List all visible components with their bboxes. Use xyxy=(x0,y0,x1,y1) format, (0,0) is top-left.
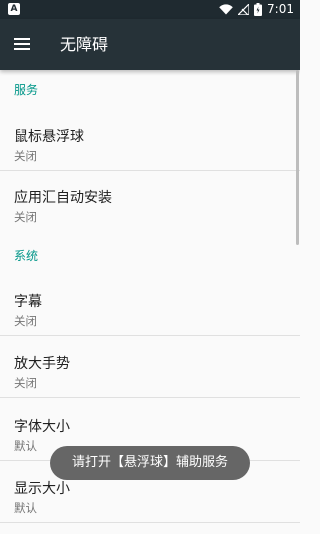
notification-glyph: A xyxy=(10,4,18,14)
app-bar: 无障碍 xyxy=(0,19,300,70)
pref-item-summary: 默认 xyxy=(14,501,37,515)
accessibility-screen: A 7:01 无障碍 服务 鼠标悬浮球 关闭 应用汇自动安装 关闭 系统 字幕 … xyxy=(0,0,300,534)
scrollbar[interactable] xyxy=(296,70,299,245)
pref-item-title: 鼠标悬浮球 xyxy=(14,129,84,145)
status-icons: 7:01 xyxy=(219,0,294,19)
page-title: 无障碍 xyxy=(60,35,109,54)
menu-icon[interactable] xyxy=(10,32,34,56)
pref-item-title: 显示大小 xyxy=(14,481,70,497)
status-time: 7:01 xyxy=(267,2,294,16)
signal-icon xyxy=(238,4,250,15)
pref-item-floating-ball[interactable]: 鼠标悬浮球 关闭 xyxy=(0,110,300,174)
pref-item-summary: 默认 xyxy=(14,439,37,453)
pref-item-title: 放大手势 xyxy=(14,356,70,372)
section-header-system: 系统 xyxy=(14,249,39,263)
status-bar: A 7:01 xyxy=(0,0,300,19)
notification-icon: A xyxy=(8,3,20,15)
pref-item-title: 应用汇自动安装 xyxy=(14,190,112,206)
pref-item-title: 字体大小 xyxy=(14,419,70,435)
pref-item-summary: 关闭 xyxy=(14,210,37,224)
divider xyxy=(0,522,300,523)
divider xyxy=(0,397,300,398)
wifi-icon xyxy=(219,4,233,15)
pref-item-captions[interactable]: 字幕 关闭 xyxy=(0,275,300,339)
pref-item-auto-install[interactable]: 应用汇自动安装 关闭 xyxy=(0,171,300,235)
divider xyxy=(0,335,300,336)
battery-icon xyxy=(254,3,263,16)
pref-item-title: 字幕 xyxy=(14,294,42,310)
pref-item-summary: 关闭 xyxy=(14,314,37,328)
section-header-services: 服务 xyxy=(14,83,39,97)
pref-item-summary: 关闭 xyxy=(14,149,37,163)
pref-item-magnification[interactable]: 放大手势 关闭 xyxy=(0,337,300,401)
pref-item-summary: 关闭 xyxy=(14,376,37,390)
toast-message: 请打开【悬浮球】辅助服务 xyxy=(50,446,250,480)
